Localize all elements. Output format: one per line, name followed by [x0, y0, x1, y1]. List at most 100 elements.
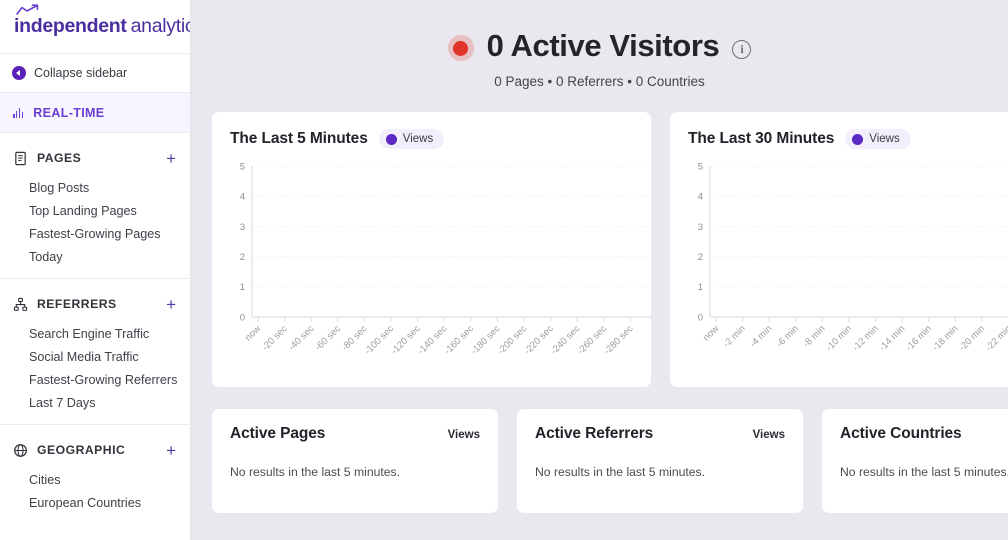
card-header: Active Countries — [840, 425, 1008, 443]
sidebar-section-pages-header: PAGES + — [0, 147, 190, 169]
sidebar-section-geographic-title: GEOGRAPHIC — [37, 443, 126, 457]
globe-icon — [14, 443, 27, 457]
sidebar: independent analytics Collapse sidebar R… — [0, 0, 191, 540]
sidebar-item-search-engine-traffic[interactable]: Search Engine Traffic — [0, 322, 190, 345]
lists-row: Active Pages Views No results in the las… — [191, 387, 1008, 513]
sidebar-section-referrers-header: REFERRERS + — [0, 293, 190, 315]
card-active-pages: Active Pages Views No results in the las… — [212, 409, 498, 513]
chart-header: The Last 30 Minutes Views — [688, 129, 1008, 149]
chart-title: The Last 30 Minutes — [688, 130, 835, 147]
app-root: independent analytics Collapse sidebar R… — [0, 0, 1008, 540]
svg-text:-40 sec: -40 sec — [287, 323, 317, 353]
sidebar-item-fastest-growing-pages[interactable]: Fastest-Growing Pages — [0, 222, 190, 245]
legend-views-pill[interactable]: Views — [845, 129, 911, 149]
legend-views-label: Views — [402, 133, 434, 145]
chart-header: The Last 5 Minutes Views — [230, 129, 633, 149]
add-referrers-button[interactable]: + — [164, 296, 178, 313]
svg-text:4: 4 — [240, 192, 245, 203]
empty-state-text: No results in the last 5 minutes. — [535, 465, 706, 479]
card-header: Active Referrers Views — [535, 425, 785, 443]
active-visitors-hero: 0 Active Visitors i 0 Pages • 0 Referrer… — [191, 0, 1008, 89]
sidebar-item-top-landing-pages[interactable]: Top Landing Pages — [0, 199, 190, 222]
svg-text:now: now — [243, 323, 263, 343]
svg-text:-6 min: -6 min — [774, 323, 800, 349]
sidebar-item-blog-posts[interactable]: Blog Posts — [0, 176, 190, 199]
chart-plot-area: 0 1 2 3 4 5 now -20 sec -40 sec -60 sec -80 sec -10… — [230, 160, 651, 375]
sidebar-item-european-countries[interactable]: European Countries — [0, 491, 190, 514]
sidebar-section-pages: PAGES + Blog Posts Top Landing Pages Fas… — [0, 133, 190, 279]
collapse-sidebar-label: Collapse sidebar — [34, 66, 128, 80]
svg-text:-12 min: -12 min — [851, 323, 881, 353]
empty-state-text: No results in the last 5 minutes. — [230, 465, 401, 479]
legend-color-dot-icon — [385, 133, 397, 145]
sidebar-item-cities[interactable]: Cities — [0, 468, 190, 491]
svg-text:-20 min: -20 min — [957, 323, 987, 353]
svg-text:-14 min: -14 min — [877, 323, 907, 353]
legend-color-dot-icon — [852, 133, 864, 145]
svg-text:5: 5 — [698, 161, 703, 172]
active-visitors-count-label: 0 Active Visitors — [486, 28, 720, 63]
circle-chevron-left-icon — [12, 66, 26, 80]
sidebar-section-referrers: REFERRERS + Search Engine Traffic Social… — [0, 279, 190, 425]
sidebar-section-pages-title: PAGES — [37, 151, 82, 165]
svg-text:1: 1 — [240, 282, 245, 293]
svg-text:-280 sec: -280 sec — [602, 323, 636, 357]
svg-text:0: 0 — [698, 312, 703, 323]
collapse-sidebar-button[interactable]: Collapse sidebar — [0, 54, 190, 93]
chart-card-last-30-minutes: The Last 30 Minutes Views 0 1 2 3 4 5 now -2 mi… — [670, 112, 1008, 387]
card-metric-label: Views — [752, 429, 785, 441]
svg-text:4: 4 — [698, 192, 703, 203]
chart-title: The Last 5 Minutes — [230, 130, 368, 147]
sidebar-section-geographic: GEOGRAPHIC + Cities European Countries — [0, 425, 190, 524]
svg-text:3: 3 — [698, 222, 703, 233]
page-title: 0 Active Visitors i — [191, 28, 1008, 64]
charts-row: The Last 5 Minutes Views 0 1 2 3 4 5 now -20 se… — [191, 89, 1008, 387]
main-content: 0 Active Visitors i 0 Pages • 0 Referrer… — [191, 0, 1008, 540]
sidebar-item-real-time-label: REAL-TIME — [33, 105, 105, 120]
hero-subtitle: 0 Pages • 0 Referrers • 0 Countries — [494, 74, 705, 89]
card-title: Active Countries — [840, 425, 962, 442]
svg-text:-20 sec: -20 sec — [260, 323, 290, 353]
svg-text:-60 sec: -60 sec — [313, 323, 343, 353]
add-geographic-button[interactable]: + — [164, 442, 178, 459]
legend-views-pill[interactable]: Views — [378, 129, 445, 149]
svg-text:3: 3 — [240, 222, 245, 233]
bar-chart-icon — [13, 108, 24, 118]
card-metric-label: Views — [447, 429, 480, 441]
sidebar-item-real-time[interactable]: REAL-TIME — [0, 93, 190, 133]
sidebar-section-referrers-title: REFERRERS — [37, 297, 117, 311]
empty-state-text: No results in the last 5 minutes. — [840, 465, 1008, 479]
svg-text:1: 1 — [698, 282, 703, 293]
add-pages-button[interactable]: + — [164, 150, 178, 167]
brand-name-bold: independent — [14, 15, 127, 37]
svg-text:now: now — [701, 323, 721, 343]
document-icon — [15, 151, 26, 165]
sidebar-section-geographic-header: GEOGRAPHIC + — [0, 439, 190, 461]
line-chart-arrow-icon — [16, 4, 39, 15]
svg-text:-18 min: -18 min — [930, 323, 960, 353]
card-title: Active Referrers — [535, 425, 654, 442]
svg-text:0: 0 — [240, 312, 245, 323]
sidebar-item-social-media-traffic[interactable]: Social Media Traffic — [0, 345, 190, 368]
brand-name-light: analytics — [130, 15, 190, 37]
svg-text:-4 min: -4 min — [748, 323, 774, 349]
sidebar-item-today[interactable]: Today — [0, 245, 190, 268]
card-active-countries: Active Countries No results in the last … — [822, 409, 1008, 513]
svg-text:5: 5 — [240, 161, 245, 172]
svg-text:-2 min: -2 min — [721, 323, 747, 349]
svg-text:2: 2 — [240, 252, 245, 263]
live-dot-icon — [447, 35, 474, 61]
sidebar-item-last-7-days[interactable]: Last 7 Days — [0, 391, 190, 414]
svg-text:-10 min: -10 min — [824, 323, 854, 353]
chart-card-last-5-minutes: The Last 5 Minutes Views 0 1 2 3 4 5 now -20 se… — [212, 112, 651, 387]
svg-text:-16 min: -16 min — [904, 323, 934, 353]
brand-logo[interactable]: independent analytics — [0, 0, 190, 54]
sidebar-item-fastest-growing-referrers[interactable]: Fastest-Growing Referrers — [0, 368, 190, 391]
card-header: Active Pages Views — [230, 425, 480, 443]
chart-plot-area: 0 1 2 3 4 5 now -2 min -4 min -6 min -8 min -10 min… — [688, 160, 1008, 375]
legend-views-label: Views — [869, 133, 900, 145]
card-active-referrers: Active Referrers Views No results in the… — [517, 409, 803, 513]
sitemap-icon — [13, 297, 28, 311]
info-icon[interactable]: i — [732, 39, 752, 59]
svg-text:-22 min: -22 min — [984, 323, 1008, 353]
